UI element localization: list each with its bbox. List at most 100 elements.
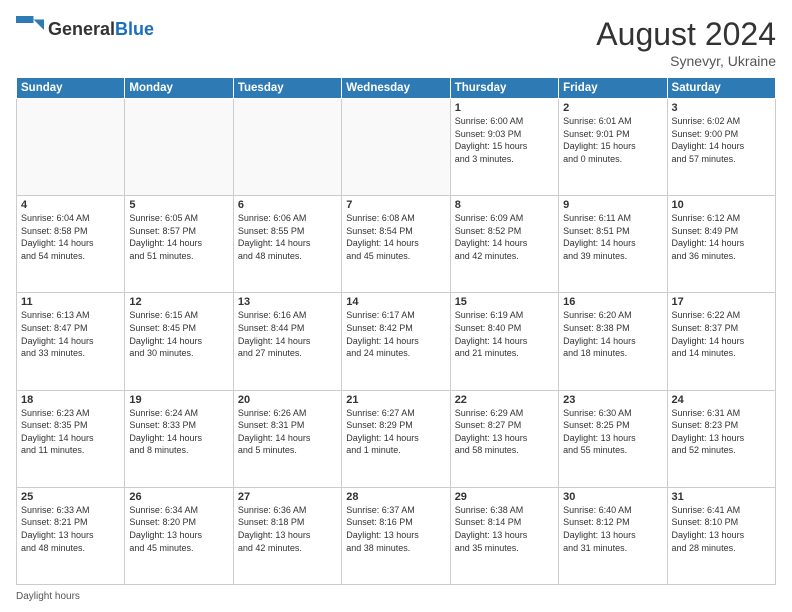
day-number: 19 (129, 394, 228, 406)
page: General Blue August 2024 Synevyr, Ukrain… (0, 0, 792, 612)
day-number: 7 (346, 199, 445, 211)
day-number: 27 (238, 491, 337, 503)
day-number: 3 (672, 102, 771, 114)
day-number: 8 (455, 199, 554, 211)
day-number: 23 (563, 394, 662, 406)
calendar-cell: 2Sunrise: 6:01 AM Sunset: 9:01 PM Daylig… (559, 99, 667, 196)
day-number: 25 (21, 491, 120, 503)
day-number: 21 (346, 394, 445, 406)
calendar-cell: 24Sunrise: 6:31 AM Sunset: 8:23 PM Dayli… (667, 390, 775, 487)
day-info: Sunrise: 6:08 AM Sunset: 8:54 PM Dayligh… (346, 212, 445, 262)
weekday-header-sunday: Sunday (17, 78, 125, 99)
day-info: Sunrise: 6:30 AM Sunset: 8:25 PM Dayligh… (563, 407, 662, 457)
day-info: Sunrise: 6:19 AM Sunset: 8:40 PM Dayligh… (455, 309, 554, 359)
day-number: 5 (129, 199, 228, 211)
week-row-2: 4Sunrise: 6:04 AM Sunset: 8:58 PM Daylig… (17, 196, 776, 293)
calendar-cell: 19Sunrise: 6:24 AM Sunset: 8:33 PM Dayli… (125, 390, 233, 487)
day-info: Sunrise: 6:20 AM Sunset: 8:38 PM Dayligh… (563, 309, 662, 359)
day-number: 16 (563, 296, 662, 308)
day-number: 4 (21, 199, 120, 211)
calendar-cell: 27Sunrise: 6:36 AM Sunset: 8:18 PM Dayli… (233, 487, 341, 584)
day-info: Sunrise: 6:37 AM Sunset: 8:16 PM Dayligh… (346, 504, 445, 554)
day-number: 14 (346, 296, 445, 308)
day-info: Sunrise: 6:17 AM Sunset: 8:42 PM Dayligh… (346, 309, 445, 359)
day-info: Sunrise: 6:02 AM Sunset: 9:00 PM Dayligh… (672, 115, 771, 165)
week-row-5: 25Sunrise: 6:33 AM Sunset: 8:21 PM Dayli… (17, 487, 776, 584)
weekday-header-tuesday: Tuesday (233, 78, 341, 99)
location: Synevyr, Ukraine (596, 53, 776, 69)
day-info: Sunrise: 6:16 AM Sunset: 8:44 PM Dayligh… (238, 309, 337, 359)
logo-text: General Blue (48, 20, 154, 40)
day-info: Sunrise: 6:12 AM Sunset: 8:49 PM Dayligh… (672, 212, 771, 262)
calendar-cell: 31Sunrise: 6:41 AM Sunset: 8:10 PM Dayli… (667, 487, 775, 584)
day-info: Sunrise: 6:04 AM Sunset: 8:58 PM Dayligh… (21, 212, 120, 262)
day-info: Sunrise: 6:05 AM Sunset: 8:57 PM Dayligh… (129, 212, 228, 262)
calendar-cell: 3Sunrise: 6:02 AM Sunset: 9:00 PM Daylig… (667, 99, 775, 196)
day-info: Sunrise: 6:34 AM Sunset: 8:20 PM Dayligh… (129, 504, 228, 554)
calendar-cell: 22Sunrise: 6:29 AM Sunset: 8:27 PM Dayli… (450, 390, 558, 487)
day-info: Sunrise: 6:27 AM Sunset: 8:29 PM Dayligh… (346, 407, 445, 457)
day-info: Sunrise: 6:15 AM Sunset: 8:45 PM Dayligh… (129, 309, 228, 359)
logo-blue: Blue (115, 20, 154, 40)
calendar-cell: 10Sunrise: 6:12 AM Sunset: 8:49 PM Dayli… (667, 196, 775, 293)
day-number: 31 (672, 491, 771, 503)
calendar-cell: 28Sunrise: 6:37 AM Sunset: 8:16 PM Dayli… (342, 487, 450, 584)
day-number: 24 (672, 394, 771, 406)
day-number: 2 (563, 102, 662, 114)
logo-general: General (48, 20, 115, 40)
day-number: 30 (563, 491, 662, 503)
calendar-cell (342, 99, 450, 196)
calendar-cell: 23Sunrise: 6:30 AM Sunset: 8:25 PM Dayli… (559, 390, 667, 487)
day-number: 29 (455, 491, 554, 503)
weekday-header-wednesday: Wednesday (342, 78, 450, 99)
title-block: August 2024 Synevyr, Ukraine (596, 16, 776, 69)
calendar-cell (125, 99, 233, 196)
generalblue-icon (16, 16, 44, 44)
day-number: 18 (21, 394, 120, 406)
day-number: 22 (455, 394, 554, 406)
calendar-cell: 1Sunrise: 6:00 AM Sunset: 9:03 PM Daylig… (450, 99, 558, 196)
day-number: 20 (238, 394, 337, 406)
weekday-header-row: SundayMondayTuesdayWednesdayThursdayFrid… (17, 78, 776, 99)
month-year: August 2024 (596, 16, 776, 53)
calendar-cell: 14Sunrise: 6:17 AM Sunset: 8:42 PM Dayli… (342, 293, 450, 390)
calendar-cell: 16Sunrise: 6:20 AM Sunset: 8:38 PM Dayli… (559, 293, 667, 390)
day-number: 26 (129, 491, 228, 503)
calendar-cell: 18Sunrise: 6:23 AM Sunset: 8:35 PM Dayli… (17, 390, 125, 487)
day-number: 13 (238, 296, 337, 308)
calendar-cell: 8Sunrise: 6:09 AM Sunset: 8:52 PM Daylig… (450, 196, 558, 293)
calendar-cell (17, 99, 125, 196)
day-info: Sunrise: 6:06 AM Sunset: 8:55 PM Dayligh… (238, 212, 337, 262)
day-info: Sunrise: 6:29 AM Sunset: 8:27 PM Dayligh… (455, 407, 554, 457)
day-number: 11 (21, 296, 120, 308)
day-info: Sunrise: 6:23 AM Sunset: 8:35 PM Dayligh… (21, 407, 120, 457)
calendar: SundayMondayTuesdayWednesdayThursdayFrid… (16, 77, 776, 585)
calendar-cell: 9Sunrise: 6:11 AM Sunset: 8:51 PM Daylig… (559, 196, 667, 293)
calendar-cell: 4Sunrise: 6:04 AM Sunset: 8:58 PM Daylig… (17, 196, 125, 293)
week-row-4: 18Sunrise: 6:23 AM Sunset: 8:35 PM Dayli… (17, 390, 776, 487)
calendar-cell: 20Sunrise: 6:26 AM Sunset: 8:31 PM Dayli… (233, 390, 341, 487)
calendar-cell: 17Sunrise: 6:22 AM Sunset: 8:37 PM Dayli… (667, 293, 775, 390)
calendar-cell: 7Sunrise: 6:08 AM Sunset: 8:54 PM Daylig… (342, 196, 450, 293)
day-info: Sunrise: 6:01 AM Sunset: 9:01 PM Dayligh… (563, 115, 662, 165)
calendar-cell: 25Sunrise: 6:33 AM Sunset: 8:21 PM Dayli… (17, 487, 125, 584)
calendar-cell (233, 99, 341, 196)
calendar-cell: 29Sunrise: 6:38 AM Sunset: 8:14 PM Dayli… (450, 487, 558, 584)
weekday-header-thursday: Thursday (450, 78, 558, 99)
day-info: Sunrise: 6:38 AM Sunset: 8:14 PM Dayligh… (455, 504, 554, 554)
day-number: 1 (455, 102, 554, 114)
calendar-cell: 13Sunrise: 6:16 AM Sunset: 8:44 PM Dayli… (233, 293, 341, 390)
day-number: 12 (129, 296, 228, 308)
footer: Daylight hours (16, 591, 776, 602)
day-info: Sunrise: 6:13 AM Sunset: 8:47 PM Dayligh… (21, 309, 120, 359)
day-info: Sunrise: 6:31 AM Sunset: 8:23 PM Dayligh… (672, 407, 771, 457)
day-info: Sunrise: 6:26 AM Sunset: 8:31 PM Dayligh… (238, 407, 337, 457)
header: General Blue August 2024 Synevyr, Ukrain… (16, 16, 776, 69)
day-info: Sunrise: 6:24 AM Sunset: 8:33 PM Dayligh… (129, 407, 228, 457)
calendar-cell: 5Sunrise: 6:05 AM Sunset: 8:57 PM Daylig… (125, 196, 233, 293)
calendar-cell: 21Sunrise: 6:27 AM Sunset: 8:29 PM Dayli… (342, 390, 450, 487)
day-number: 6 (238, 199, 337, 211)
day-info: Sunrise: 6:40 AM Sunset: 8:12 PM Dayligh… (563, 504, 662, 554)
day-info: Sunrise: 6:22 AM Sunset: 8:37 PM Dayligh… (672, 309, 771, 359)
day-number: 9 (563, 199, 662, 211)
